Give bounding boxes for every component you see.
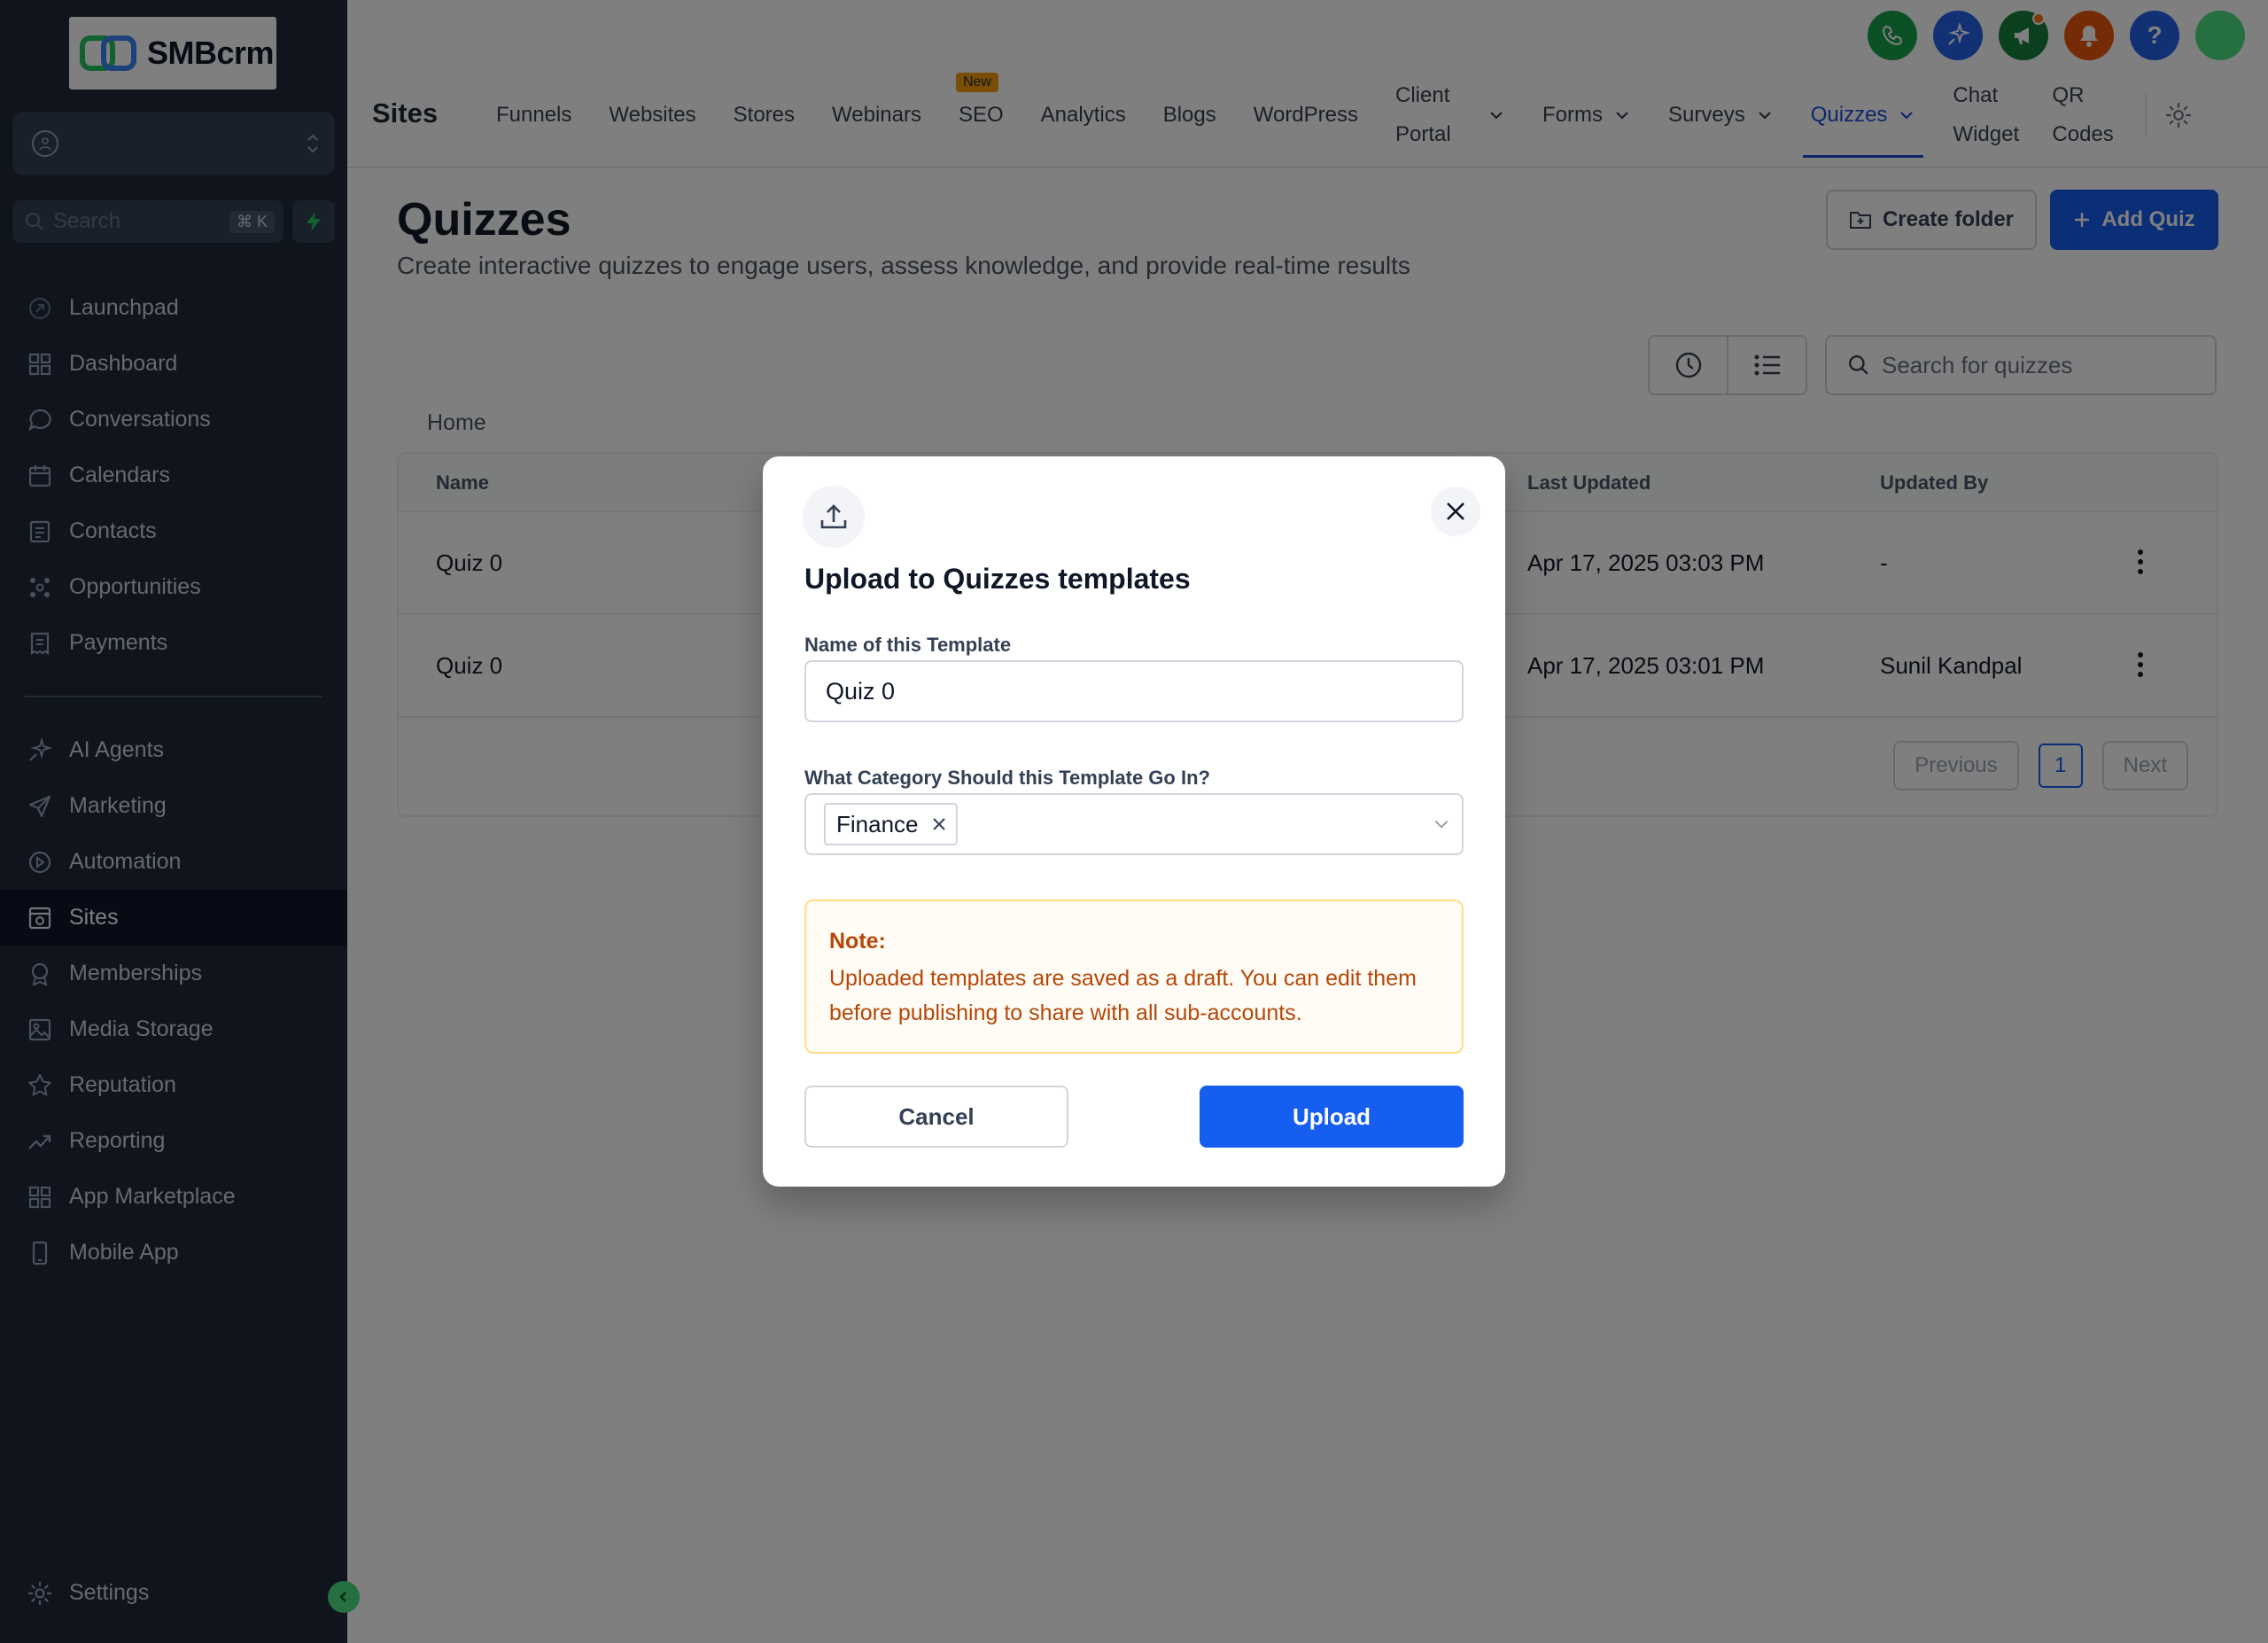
- remove-chip-icon[interactable]: [931, 816, 947, 832]
- template-name-input[interactable]: [804, 660, 1464, 722]
- category-label: What Category Should this Template Go In…: [804, 767, 1210, 789]
- category-chip-label: Finance: [836, 810, 919, 837]
- template-name-label: Name of this Template: [804, 634, 1012, 656]
- note-title: Note:: [829, 929, 886, 954]
- close-modal-button[interactable]: [1431, 487, 1480, 536]
- upload-template-modal: Upload to Quizzes templates Name of this…: [763, 456, 1505, 1187]
- category-chip: Finance: [824, 803, 958, 845]
- chevron-down-icon: [1434, 820, 1449, 829]
- category-select[interactable]: Finance: [804, 793, 1464, 855]
- draft-note: Note: Uploaded templates are saved as a …: [804, 899, 1464, 1054]
- modal-title: Upload to Quizzes templates: [804, 563, 1191, 595]
- cancel-button[interactable]: Cancel: [804, 1086, 1068, 1148]
- upload-button[interactable]: Upload: [1200, 1086, 1464, 1148]
- upload-icon: [803, 486, 865, 548]
- note-text: Uploaded templates are saved as a draft.…: [829, 966, 1417, 1025]
- close-icon: [1447, 502, 1464, 520]
